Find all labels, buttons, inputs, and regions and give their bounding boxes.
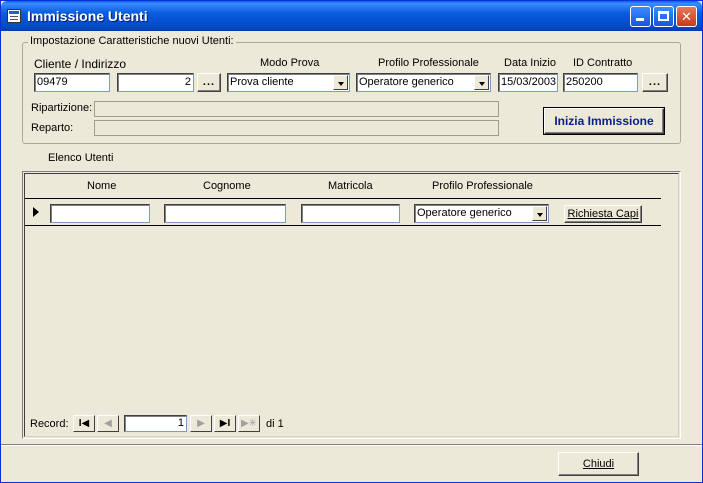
- id-contratto-input[interactable]: 250200: [563, 73, 638, 92]
- first-record-button[interactable]: I◀: [73, 415, 95, 432]
- last-record-icon: ▶I: [219, 418, 231, 429]
- reparto-field: [94, 120, 499, 136]
- new-record-button[interactable]: ▶✳: [238, 415, 260, 432]
- next-record-button[interactable]: ▶: [190, 415, 212, 432]
- chevron-down-icon[interactable]: [333, 75, 348, 90]
- chevron-down-icon[interactable]: [532, 206, 547, 221]
- data-inizio-label: Data Inizio: [504, 57, 556, 69]
- users-subform: Nome Cognome Matricola Profilo Professio…: [22, 171, 681, 439]
- settings-group-legend: Impostazione Caratteristiche nuovi Utent…: [28, 35, 236, 47]
- reparto-label: Reparto:: [31, 122, 74, 134]
- minimize-button[interactable]: [630, 6, 651, 27]
- next-record-icon: ▶: [197, 418, 205, 429]
- first-record-icon: I◀: [78, 418, 90, 429]
- column-header-nome: Nome: [87, 180, 117, 192]
- row-divider: [25, 225, 661, 226]
- ripartizione-label: Ripartizione:: [31, 102, 93, 114]
- inizia-immissione-button[interactable]: Inizia Immissione: [544, 108, 664, 134]
- maximize-icon: [658, 11, 669, 21]
- row-profilo-value: Operatore generico: [417, 207, 512, 219]
- close-window-button[interactable]: ✕: [676, 6, 697, 27]
- chiudi-button[interactable]: Chiudi: [558, 452, 639, 476]
- record-total: di 1: [266, 418, 284, 430]
- contratto-browse-button[interactable]: ...: [642, 73, 668, 92]
- form-icon: [7, 9, 21, 23]
- column-header-cognome: Cognome: [203, 180, 251, 192]
- elenco-utenti-title: Elenco Utenti: [48, 152, 114, 164]
- record-selector-arrow-icon[interactable]: [28, 202, 44, 224]
- modo-prova-label: Modo Prova: [260, 57, 320, 69]
- close-icon: ✕: [681, 9, 692, 24]
- last-record-button[interactable]: ▶I: [214, 415, 236, 432]
- column-header-profilo: Profilo Professionale: [432, 180, 533, 192]
- window-title: Immissione Utenti: [27, 8, 148, 24]
- minimize-icon: [636, 18, 644, 21]
- column-header-matricola: Matricola: [328, 180, 373, 192]
- cognome-input[interactable]: [164, 204, 286, 223]
- cliente-browse-button[interactable]: ...: [197, 73, 221, 92]
- previous-record-button[interactable]: ◀: [97, 415, 119, 432]
- profilo-value: Operatore generico: [359, 76, 454, 88]
- cliente-label: Cliente / Indirizzo: [34, 57, 127, 71]
- data-inizio-input[interactable]: 15/03/2003: [498, 73, 558, 92]
- cliente-input[interactable]: 09479: [34, 73, 110, 92]
- header-divider: [25, 198, 661, 199]
- ripartizione-field: [94, 101, 499, 117]
- row-profilo-combo[interactable]: Operatore generico: [414, 204, 549, 223]
- maximize-button[interactable]: [653, 6, 674, 27]
- current-record-input[interactable]: 1: [124, 415, 187, 432]
- profilo-combo[interactable]: Operatore generico: [356, 73, 491, 92]
- indirizzo-input[interactable]: 2: [117, 73, 194, 92]
- richiesta-capi-button[interactable]: Richiesta Capi: [564, 205, 642, 223]
- previous-record-icon: ◀: [104, 418, 112, 429]
- record-label: Record:: [30, 418, 69, 430]
- chevron-down-icon[interactable]: [474, 75, 489, 90]
- new-record-icon: ▶✳: [240, 418, 258, 429]
- matricola-input[interactable]: [301, 204, 400, 223]
- modo-prova-combo[interactable]: Prova cliente: [227, 73, 350, 92]
- title-bar[interactable]: Immissione Utenti ✕: [1, 1, 702, 31]
- modo-prova-value: Prova cliente: [230, 76, 294, 88]
- id-contratto-label: ID Contratto: [573, 57, 633, 69]
- nome-input[interactable]: [50, 204, 150, 223]
- profilo-label: Profilo Professionale: [378, 57, 479, 69]
- footer-divider: [1, 444, 702, 446]
- main-window: Immissione Utenti ✕ Impostazione Caratte…: [0, 0, 703, 483]
